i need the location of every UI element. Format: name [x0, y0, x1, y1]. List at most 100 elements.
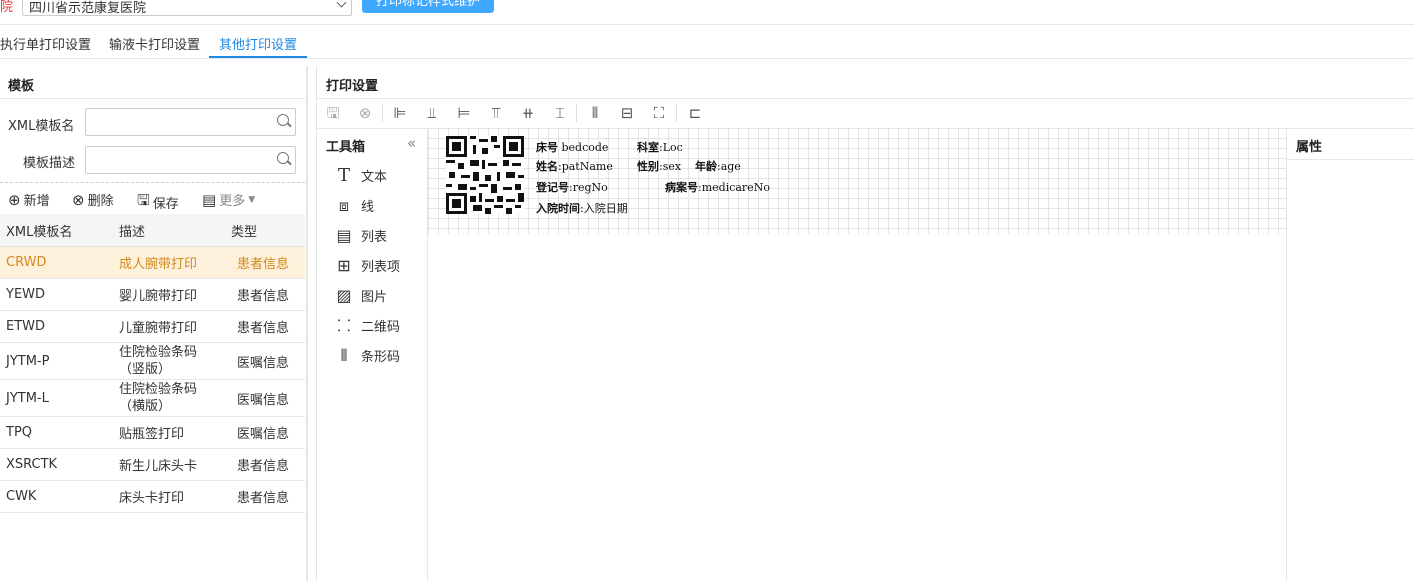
template-desc-input[interactable]	[85, 146, 296, 174]
align-right-icon[interactable]: ⊨	[455, 105, 473, 121]
align-top-icon[interactable]: ⫪	[487, 105, 505, 121]
reg-field[interactable]: 登记号:regNo	[536, 179, 608, 195]
table-row[interactable]: ETWD 儿童腕带打印 患者信息	[0, 310, 305, 343]
tool-line[interactable]: ⧈ 线	[335, 196, 374, 215]
fit-size-icon[interactable]: ⛶	[650, 105, 668, 121]
cell-type: 患者信息	[231, 448, 305, 481]
template-panel-title: 模板	[8, 79, 35, 94]
collapse-icon[interactable]: «	[407, 134, 416, 152]
admit-label: 入院时间	[536, 202, 580, 215]
cell-type: 医嘱信息	[231, 379, 305, 417]
column-header-type[interactable]: 类型	[231, 214, 305, 247]
divider	[0, 98, 305, 99]
mr-field[interactable]: 病案号:medicareNo	[665, 179, 770, 195]
tool-text[interactable]: T 文本	[335, 166, 387, 185]
cell-desc: 新生儿床头卡	[113, 448, 231, 481]
toolbox-panel: 工具箱 « T 文本 ⧈ 线 ▤ 列表 ⊞ 列表项 ▨ 图片 ⸬ 二维码 ⦀ 条形码	[317, 128, 428, 581]
save-button-label: 保存	[152, 197, 179, 212]
mr-label: 病案号	[665, 181, 698, 194]
toolbar-separator	[576, 104, 577, 122]
cell-type: 患者信息	[231, 310, 305, 343]
cell-type: 医嘱信息	[231, 342, 305, 380]
tool-qrcode[interactable]: ⸬ 二维码	[335, 316, 400, 335]
distribute-vertical-icon[interactable]: ⊟	[618, 105, 636, 121]
search-icon[interactable]	[277, 114, 289, 126]
more-button[interactable]: ▤ 更多 ▼	[202, 190, 255, 210]
cell-name: YEWD	[0, 278, 113, 311]
age-label: 年龄	[695, 160, 717, 173]
cell-desc: 床头卡打印	[113, 480, 231, 513]
table-header-row: XML模板名 描述 类型	[0, 214, 305, 247]
properties-panel: 属性	[1286, 128, 1414, 581]
design-toolbar: 🖫 ⊗ ⊫ ⫫ ⊨ ⫪ ⧺ ⌶ ⫴ ⊟ ⛶ ⊏	[316, 99, 1414, 129]
hospital-select[interactable]: 四川省示范康复医院	[22, 0, 352, 16]
tool-label: 图片	[361, 290, 388, 305]
settings-doc-icon: ▤	[202, 190, 217, 209]
dept-value: :Loc	[659, 141, 683, 154]
bed-label: 床号	[536, 141, 558, 154]
dept-field[interactable]: 科室:Loc	[637, 139, 683, 155]
align-bottom-icon[interactable]: ⫫	[423, 105, 441, 121]
tool-image[interactable]: ▨ 图片	[335, 286, 387, 305]
tab-infusion-print[interactable]: 输液卡打印设置	[109, 34, 200, 53]
xml-name-input[interactable]	[85, 108, 296, 136]
tool-barcode[interactable]: ⦀ 条形码	[335, 346, 400, 365]
table-row[interactable]: CRWD 成人腕带打印 患者信息	[0, 246, 305, 279]
tool-list[interactable]: ▤ 列表	[335, 226, 387, 245]
cell-desc: 成人腕带打印	[113, 246, 231, 279]
tab-other-print[interactable]: 其他打印设置	[219, 34, 297, 53]
plus-circle-icon: ⊕	[8, 190, 21, 209]
table-row[interactable]: CWK 床头卡打印 患者信息	[0, 480, 305, 513]
align-left-icon[interactable]: ⊫	[391, 105, 409, 121]
add-button[interactable]: ⊕ 新增	[8, 190, 50, 210]
tool-label: 二维码	[361, 320, 401, 335]
tool-label: 条形码	[361, 350, 401, 365]
cell-name: ETWD	[0, 310, 113, 343]
align-center-icon[interactable]: ⌶	[551, 105, 569, 121]
table-icon: ⊞	[337, 255, 351, 275]
align-middle-icon[interactable]: ⧺	[519, 105, 537, 121]
save-button[interactable]: 🖫 保存	[137, 190, 179, 215]
tool-label: 列表项	[361, 260, 401, 275]
table-row[interactable]: TPQ 贴瓶签打印 医嘱信息	[0, 416, 305, 449]
name-value: :patName	[558, 160, 613, 173]
name-field[interactable]: 姓名:patName	[536, 158, 613, 174]
table-row[interactable]: JYTM-L 住院检验条码（横版） 医嘱信息	[0, 379, 305, 417]
qrcode-element[interactable]	[446, 136, 524, 214]
cell-name: JYTM-L	[0, 379, 113, 417]
close-circle-icon: ⊗	[72, 190, 85, 209]
cell-type: 患者信息	[231, 480, 305, 513]
tab-bar: 执行单打印设置 输液卡打印设置 其他打印设置	[0, 28, 1414, 59]
xml-name-label: XML模板名	[8, 119, 75, 134]
layer-icon[interactable]: ⊏	[686, 105, 704, 121]
cell-type: 医嘱信息	[231, 416, 305, 449]
active-tab-indicator	[209, 56, 307, 58]
template-desc-label: 模板描述	[23, 156, 76, 171]
save-icon[interactable]: 🖫	[324, 105, 342, 121]
cell-name: XSRCTK	[0, 448, 113, 481]
column-header-xml-name[interactable]: XML模板名	[0, 214, 113, 247]
print-style-button[interactable]: 打印标记样式维护	[362, 0, 494, 13]
column-header-desc[interactable]: 描述	[113, 214, 231, 247]
admit-field[interactable]: 入院时间:入院日期	[536, 200, 628, 216]
table-row[interactable]: YEWD 婴儿腕带打印 患者信息	[0, 278, 305, 311]
table-row[interactable]: XSRCTK 新生儿床头卡 患者信息	[0, 448, 305, 481]
mr-value: :medicareNo	[698, 181, 770, 194]
search-icon[interactable]	[277, 152, 289, 164]
tool-label: 列表	[361, 230, 388, 245]
qrcode-icon: ⸬	[337, 315, 351, 335]
age-field[interactable]: 年龄:age	[695, 158, 741, 174]
sex-field[interactable]: 性别:sex	[637, 158, 681, 174]
cancel-icon[interactable]: ⊗	[356, 105, 374, 121]
cell-name: TPQ	[0, 416, 113, 449]
tab-execution-print[interactable]: 执行单打印设置	[0, 34, 91, 53]
toolbar-separator	[382, 104, 383, 122]
cell-desc: 住院检验条码（横版）	[113, 379, 231, 417]
tool-list-item[interactable]: ⊞ 列表项	[335, 256, 400, 275]
tool-label: 线	[361, 200, 375, 215]
delete-button[interactable]: ⊗ 删除	[72, 190, 114, 210]
distribute-horizontal-icon[interactable]: ⫴	[586, 105, 604, 121]
template-table: XML模板名 描述 类型 CRWD 成人腕带打印 患者信息 YEWD 婴儿腕带打…	[0, 214, 305, 513]
table-row[interactable]: JYTM-P 住院检验条码（竖版） 医嘱信息	[0, 342, 305, 380]
bed-field[interactable]: 床号 bedcode	[536, 139, 608, 155]
